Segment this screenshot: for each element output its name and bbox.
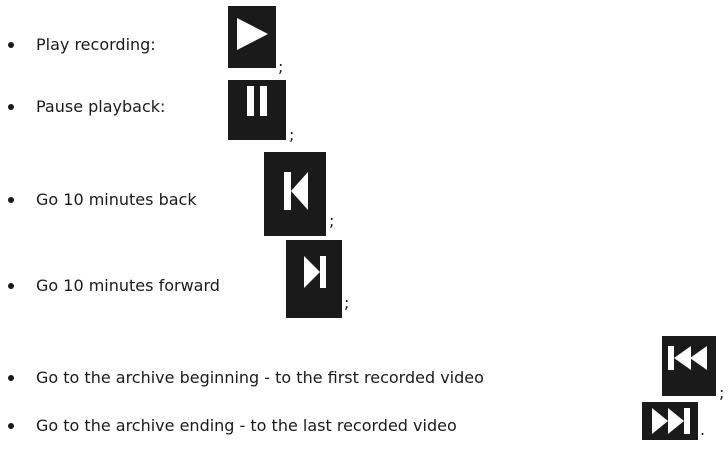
list-item-label: Pause playback: — [36, 97, 166, 116]
bullet — [8, 375, 14, 381]
list-item-label: Go to the archive ending - to the last r… — [36, 416, 457, 435]
list-item-label: Go to the archive beginning - to the fir… — [36, 368, 484, 387]
list-item-suffix: ; — [289, 125, 295, 144]
pause-button[interactable] — [228, 80, 286, 140]
skip-to-end-button[interactable] — [642, 402, 698, 440]
bullet — [8, 423, 14, 429]
bullet — [8, 197, 14, 203]
play-icon — [237, 18, 268, 50]
step-back-button[interactable] — [264, 152, 326, 236]
list-item-label: Go 10 minutes forward — [36, 276, 220, 295]
list-item-label: Go 10 minutes back — [36, 190, 197, 209]
list-item-suffix: ; — [344, 293, 350, 312]
list-item-suffix: ; — [278, 57, 284, 76]
step-forward-icon — [304, 256, 326, 288]
bullet — [8, 283, 14, 289]
step-back-icon — [284, 172, 308, 210]
skip-to-end-icon — [652, 408, 690, 434]
skip-to-start-icon — [668, 346, 707, 370]
bullet — [8, 42, 14, 48]
page: { "items": [ { "label": "Play recording:… — [0, 0, 728, 450]
bullet — [8, 104, 14, 110]
skip-to-start-button[interactable] — [662, 336, 716, 396]
list-item-label: Play recording: — [36, 35, 156, 54]
list-item-suffix: ; — [719, 383, 725, 402]
play-button[interactable] — [228, 6, 276, 68]
list-item-suffix: ; — [329, 211, 335, 230]
pause-icon — [247, 86, 267, 116]
step-forward-button[interactable] — [286, 240, 342, 318]
list-item-suffix: . — [700, 420, 706, 439]
